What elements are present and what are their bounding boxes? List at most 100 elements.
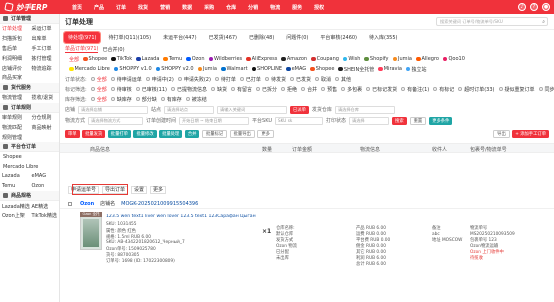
platform-option[interactable]: Wish bbox=[342, 56, 360, 62]
filter-option[interactable]: 拒绝 bbox=[281, 86, 297, 93]
filter-option[interactable]: 全部 bbox=[90, 96, 107, 103]
nav-item-3[interactable]: 找货 bbox=[138, 4, 148, 11]
filter-option[interactable]: 待打单 bbox=[214, 76, 236, 83]
search-icon[interactable]: ⌕ bbox=[542, 19, 545, 25]
status-tab-3[interactable]: 已发货(467) bbox=[205, 32, 241, 43]
nav-item-11[interactable]: 授权 bbox=[314, 4, 324, 11]
sidebar-item[interactable]: 审单规则 bbox=[0, 114, 30, 121]
sidebar-item[interactable]: 利润明细 bbox=[0, 55, 30, 62]
action-button-4[interactable]: 批量处理 bbox=[159, 130, 183, 138]
sidebar-item[interactable]: Temu bbox=[0, 183, 30, 189]
header-tool-2[interactable]: 设置 bbox=[131, 185, 148, 194]
platform-option[interactable]: SHOPLINE bbox=[251, 66, 282, 72]
platform-option[interactable]: Amazon bbox=[281, 56, 307, 62]
nav-item-5[interactable]: 数据 bbox=[182, 4, 192, 11]
sidebar-item[interactable]: 揽收/退货 bbox=[30, 94, 60, 101]
filter-option[interactable]: 全部 bbox=[90, 86, 107, 93]
sidebar-item[interactable]: Lazada bbox=[0, 173, 30, 179]
sidebar-item[interactable]: 拣付管理 bbox=[30, 55, 60, 62]
sidebar-item[interactable]: Mercado Libre bbox=[0, 162, 59, 172]
platform-option[interactable]: AliExpress bbox=[246, 56, 277, 62]
nav-item-6[interactable]: 采购 bbox=[204, 4, 214, 11]
platform-option[interactable]: Shopify bbox=[364, 56, 389, 62]
platform-option[interactable]: 独立站 bbox=[405, 66, 427, 73]
platform-option[interactable]: SHOPPY v2.0 bbox=[155, 66, 194, 72]
help-icon[interactable]: ? bbox=[530, 3, 538, 11]
filter-option[interactable]: 疑似重复订单 bbox=[498, 86, 535, 93]
nav-item-0[interactable]: 首页 bbox=[72, 4, 82, 11]
filter-option[interactable]: 全部 bbox=[90, 76, 107, 83]
filter-option[interactable]: 多包裹 bbox=[341, 86, 362, 93]
platform-tab-1[interactable]: 已合并(0) bbox=[102, 46, 124, 53]
filter-option[interactable]: 有标记 bbox=[433, 86, 454, 93]
platform-option[interactable]: Ozon bbox=[186, 56, 205, 62]
sidebar-item[interactable]: 分仓规则 bbox=[30, 114, 60, 121]
sidebar-item[interactable]: 物流追踪 bbox=[30, 65, 60, 72]
platform-option[interactable]: Mercado Libre bbox=[69, 66, 110, 72]
filter-option[interactable]: 同步异常 bbox=[538, 86, 554, 93]
sidebar-item[interactable]: 商品映射 bbox=[30, 124, 60, 131]
filter-option[interactable]: 缺库存 bbox=[110, 96, 132, 103]
sidebar-item[interactable]: 规则管理 bbox=[0, 134, 30, 141]
status-tab-6[interactable]: 平台审核(2460) bbox=[316, 32, 361, 43]
sidebar-section-0[interactable]: 订单管理 bbox=[0, 14, 59, 24]
platform-option[interactable]: Lazada bbox=[136, 56, 159, 62]
search-button[interactable]: 搜索 bbox=[392, 116, 407, 125]
sidebar-section-3[interactable]: 平台仓订单 bbox=[0, 141, 59, 152]
reset-button[interactable]: 重置 bbox=[409, 116, 427, 125]
sidebar-item[interactable]: 订单处理 bbox=[0, 25, 30, 32]
nav-item-7[interactable]: 仓库 bbox=[226, 4, 236, 11]
keyword-input[interactable]: 请输入关键词 bbox=[217, 105, 288, 114]
filter-option[interactable]: 申请中(2) bbox=[145, 76, 174, 83]
order-checkbox[interactable] bbox=[68, 201, 72, 206]
filter-option[interactable]: 已审核(11) bbox=[135, 86, 167, 93]
sidebar-section-4[interactable]: 商品规格 bbox=[0, 191, 59, 202]
filter-option[interactable]: 待发货 bbox=[264, 76, 286, 83]
sidebar-item[interactable]: TikTok精选 bbox=[30, 212, 60, 219]
sidebar-item[interactable]: 物流匹配 bbox=[0, 124, 30, 131]
action-button-5[interactable]: 合并 bbox=[184, 130, 200, 138]
sidebar-item[interactable]: Shopee bbox=[0, 152, 59, 162]
date-range-input[interactable]: 开始日期 ~ 结束日期 bbox=[179, 116, 250, 125]
filter-option[interactable]: 已提物流信息 bbox=[170, 86, 207, 93]
sidebar-section-1[interactable]: 货代服务 bbox=[0, 82, 59, 93]
order-id[interactable]: MOGK-2025021009915504396 bbox=[121, 201, 198, 207]
platform-option[interactable]: Walmart bbox=[221, 66, 248, 72]
store-select[interactable]: 请选择店铺 bbox=[78, 105, 149, 114]
platform-option[interactable]: TikTok bbox=[111, 56, 132, 62]
search-input[interactable]: 搜索关键词 订单号/物流单号/SKU ⌕ bbox=[436, 17, 548, 26]
platform-option[interactable]: Qoo10 bbox=[442, 56, 465, 62]
sidebar-item[interactable]: 店铺评价 bbox=[0, 65, 30, 72]
sidebar-item[interactable]: 售后单 bbox=[0, 45, 30, 52]
status-tab-2[interactable]: 未运平台(447) bbox=[159, 32, 200, 43]
action-button-3[interactable]: 批量修改 bbox=[133, 130, 157, 138]
filter-option[interactable]: 超时订单(33) bbox=[458, 86, 495, 93]
sidebar-section-2[interactable]: 订单规则 bbox=[0, 102, 59, 113]
sku-input[interactable]: SKU sk bbox=[275, 116, 324, 125]
print-select[interactable]: 请选择 bbox=[349, 116, 390, 125]
warehouse-select[interactable]: 请选择仓库 bbox=[334, 105, 395, 114]
product-title[interactable]: 123.5 wen text1 liver wen lover 123.5 te… bbox=[106, 214, 256, 219]
sidebar-item[interactable]: eMAG bbox=[30, 173, 60, 179]
status-tab-5[interactable]: 问题件(0) bbox=[282, 32, 312, 43]
platform-option[interactable]: Wildberries bbox=[208, 56, 242, 62]
platform-option[interactable]: Coupang bbox=[311, 56, 339, 62]
sidebar-item[interactable]: 商品买家 bbox=[0, 74, 30, 81]
sidebar-item[interactable]: Ozon上架 bbox=[0, 212, 30, 219]
filter-option[interactable]: 已发货 bbox=[289, 76, 311, 83]
site-select[interactable]: 请选择站点 bbox=[164, 105, 215, 114]
status-tab-1[interactable]: 待打单(Q11)(105) bbox=[104, 32, 155, 43]
platform-option[interactable]: Shopee bbox=[83, 56, 107, 62]
filter-option[interactable]: 有库存 bbox=[160, 96, 182, 103]
filter-option[interactable]: 待审核 bbox=[110, 86, 132, 93]
filter-option[interactable]: 其他 bbox=[334, 76, 351, 83]
filter-option[interactable]: 申请失败(2) bbox=[177, 76, 211, 83]
platform-option[interactable]: Shopee bbox=[310, 66, 334, 72]
nav-item-4[interactable]: 营销 bbox=[160, 4, 170, 11]
header-tool-3[interactable]: 更多 bbox=[150, 185, 167, 194]
sidebar-item[interactable]: 手工订单 bbox=[30, 45, 60, 52]
action-button-2[interactable]: 批量打单 bbox=[107, 130, 131, 138]
platform-option[interactable]: eMAG bbox=[286, 66, 306, 72]
filter-option[interactable]: 有留言 bbox=[231, 86, 252, 93]
sidebar-item[interactable]: Lazada精选 bbox=[0, 203, 30, 210]
